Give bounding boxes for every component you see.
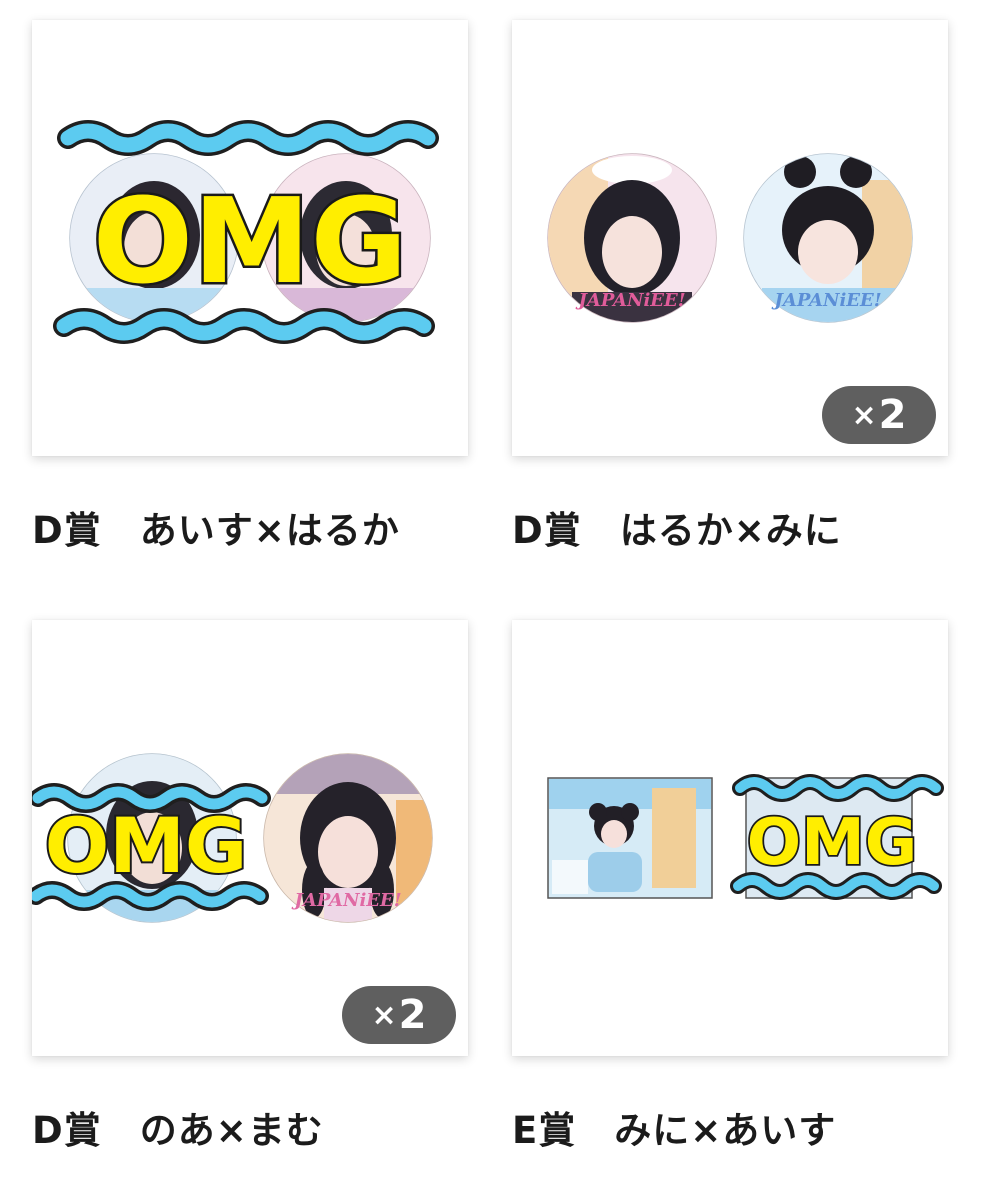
can-badge-right: JAPANiEE! [743, 153, 913, 323]
omg-overlay: OMG [747, 806, 918, 880]
quantity-value: 2 [878, 392, 907, 438]
product-image: OMG [547, 774, 944, 900]
multiply-icon: × [371, 997, 397, 1033]
logo-text: JAPANiEE! [291, 890, 401, 911]
prize-label: E賞 みに×あいす [512, 1109, 837, 1152]
prize-label: D賞 あいす×はるか [32, 509, 400, 552]
omg-overlay: OMG [45, 801, 248, 890]
product-card-1[interactable]: OMG [32, 20, 468, 456]
product-card-3[interactable]: JAPANiEE! OMG × 2 [32, 620, 468, 1056]
product-card-2[interactable]: JAPANiEE! JAPANiEE! × 2 [512, 20, 948, 456]
quantity-badge: × 2 [822, 386, 936, 444]
can-badge-left: JAPANiEE! [547, 153, 717, 323]
quantity-badge: × 2 [342, 986, 456, 1044]
prize-label: D賞 はるか×みに [512, 509, 842, 552]
photo-card-left [547, 777, 713, 899]
omg-overlay: OMG [93, 172, 408, 310]
prize-label: D賞 のあ×まむ [32, 1109, 324, 1152]
quantity-value: 2 [398, 992, 427, 1038]
logo-text: JAPANiEE! [575, 290, 685, 311]
product-card-4[interactable]: OMG [512, 620, 948, 1056]
multiply-icon: × [851, 397, 877, 433]
product-image: OMG [53, 120, 439, 344]
logo-text: JAPANiEE! [771, 290, 881, 311]
can-badge-right: JAPANiEE! [263, 753, 433, 923]
